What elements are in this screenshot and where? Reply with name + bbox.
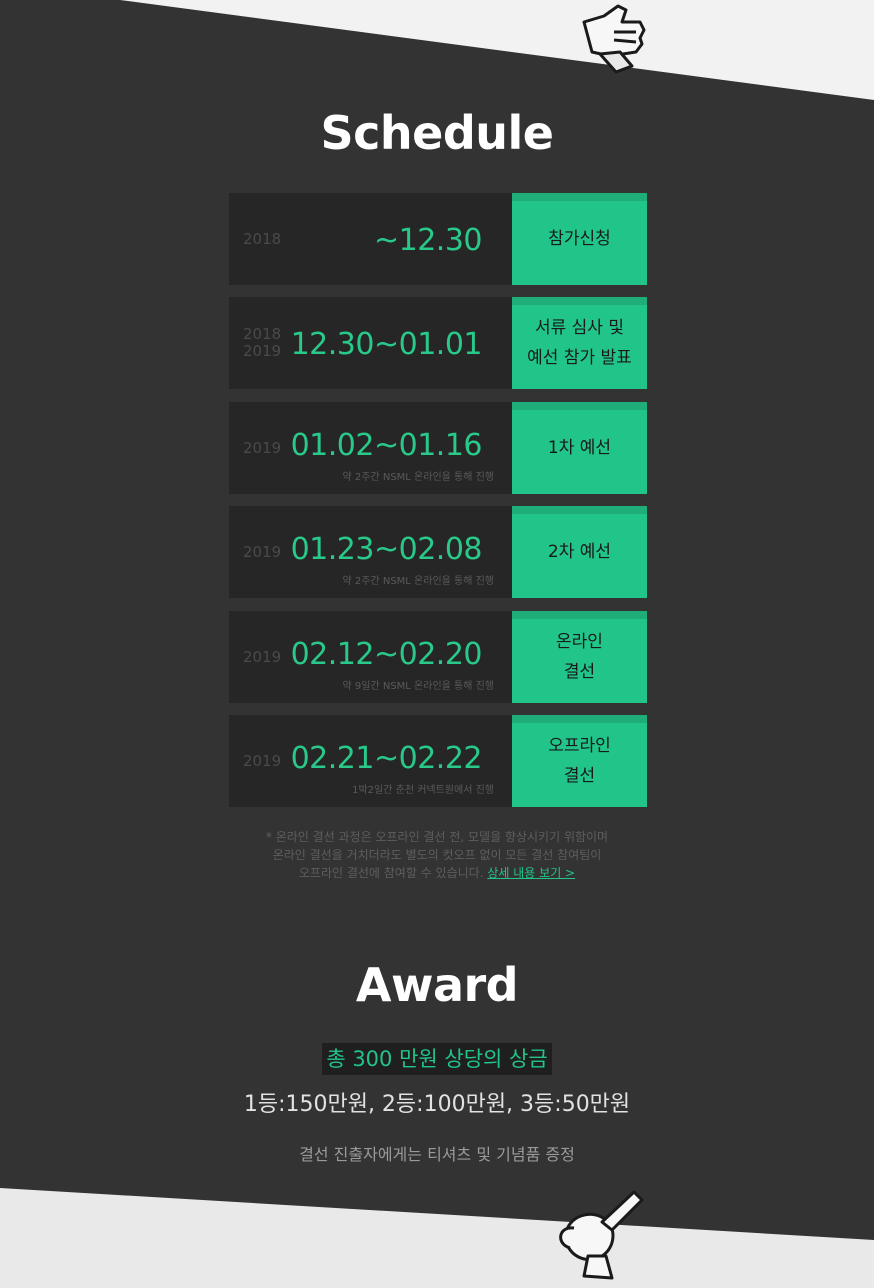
schedule-year: 2019 — [243, 611, 281, 703]
schedule-year: 2019 — [243, 506, 281, 598]
schedule-date: 02.21~02.22 — [290, 741, 483, 776]
schedule-stage-tag: 온라인 결선 — [512, 611, 647, 703]
schedule-year: 2019 — [243, 715, 281, 807]
schedule-row: 2019 01.02~01.16 약 2주간 NSML 온라인을 통해 진행 — [229, 402, 512, 494]
schedule-stage-tag: 서류 심사 및 예선 참가 발표 — [512, 297, 647, 389]
schedule-stage-tag: 1차 예선 — [512, 402, 647, 494]
schedule-year-text: 2019 — [243, 342, 282, 360]
schedule-stage-tag: 2차 예선 — [512, 506, 647, 598]
schedule-year-text: 2018 — [243, 229, 282, 248]
schedule-year-text: 2019 — [243, 751, 282, 770]
schedule-year: 2018 — [243, 193, 281, 285]
schedule-stage-label: 2차 예선 — [547, 542, 612, 562]
schedule-year-text: 2018 — [243, 325, 282, 343]
schedule-year: 2018 2019 — [243, 297, 281, 389]
schedule-row: 2019 02.12~02.20 약 9일간 NSML 온라인을 통해 진행 — [229, 611, 512, 703]
schedule-stage-label: 온라인 결선 — [556, 632, 603, 682]
details-link[interactable]: 상세 내용 보기 > — [487, 866, 575, 880]
footnote-line-3-text: 오프라인 결선에 참여할 수 있습니다. — [298, 866, 484, 880]
schedule-stage-label: 1차 예선 — [547, 438, 612, 458]
schedule-row: 2019 02.21~02.22 1박2일간 춘천 커넥트원에서 진행 — [229, 715, 512, 807]
prize-total: 총 300 만원 상당의 상금 — [322, 1043, 552, 1075]
schedule-stage-label: 참가신청 — [548, 229, 611, 249]
schedule-date: 01.02~01.16 — [290, 428, 483, 463]
thumbs-up-icon — [582, 4, 646, 74]
schedule-date: ~12.30 — [373, 223, 483, 258]
schedule-date: 01.23~02.08 — [290, 532, 483, 567]
schedule-stage-tag: 오프라인 결선 — [512, 715, 647, 807]
schedule-date: 02.12~02.20 — [290, 637, 483, 672]
prize-detail: 1등:150만원, 2등:100만원, 3등:50만원 — [243, 1092, 631, 1117]
schedule-date: 12.30~01.01 — [290, 327, 483, 362]
schedule-row: 2019 01.23~02.08 약 2주간 NSML 온라인을 통해 진행 — [229, 506, 512, 598]
schedule-stage-tag: 참가신청 — [512, 193, 647, 285]
prize-total-wrap: 총 300 만원 상당의 상금 — [0, 1043, 874, 1075]
schedule-year-text: 2019 — [243, 542, 282, 561]
schedule-stage-label: 서류 심사 및 예선 참가 발표 — [527, 318, 632, 368]
schedule-note: 약 2주간 NSML 온라인을 통해 진행 — [342, 576, 494, 587]
schedule-row: 2018 2019 12.30~01.01 — [229, 297, 512, 389]
schedule-stage-label: 오프라인 결선 — [548, 736, 611, 786]
schedule-note: 약 2주간 NSML 온라인을 통해 진행 — [342, 472, 494, 483]
schedule-note: 약 9일간 NSML 온라인을 통해 진행 — [342, 681, 494, 692]
schedule-year: 2019 — [243, 402, 281, 494]
schedule-year-text: 2019 — [243, 438, 282, 457]
footnote-line-3: 오프라인 결선에 참여할 수 있습니다. 상세 내용 보기 > — [0, 864, 874, 882]
schedule-row: 2018 ~12.30 — [229, 193, 512, 285]
footnote-line-1: * 온라인 결선 과정은 오프라인 결선 전, 모델을 향상시키기 위함이며 — [265, 830, 609, 844]
schedule-footnote: * 온라인 결선 과정은 오프라인 결선 전, 모델을 향상시키기 위함이며 온… — [0, 828, 874, 882]
footnote-line-2: 온라인 결선을 거치더라도 별도의 컷오프 없이 모든 결선 참여팀이 — [272, 848, 602, 862]
schedule-year-text: 2019 — [243, 647, 282, 666]
schedule-note: 1박2일간 춘천 커넥트원에서 진행 — [352, 785, 494, 796]
award-title: Award — [355, 958, 519, 1012]
schedule-title: Schedule — [320, 106, 555, 160]
trophy-icon — [559, 1190, 644, 1280]
prize-note: 결선 진출자에게는 티셔츠 및 기념품 증정 — [299, 1145, 575, 1164]
